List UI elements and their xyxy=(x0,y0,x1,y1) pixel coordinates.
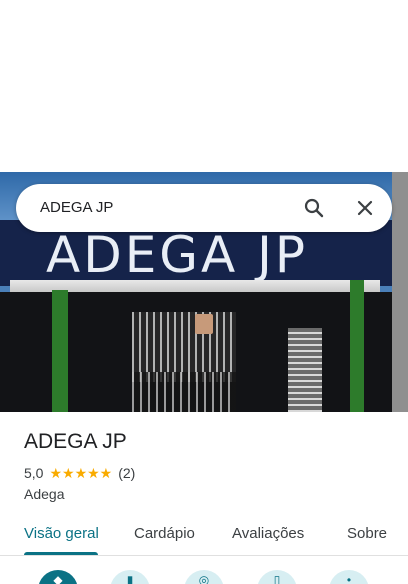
directions-button[interactable]: ◆ xyxy=(38,570,78,584)
tab-overview[interactable]: Visão geral xyxy=(24,525,99,542)
nearby-icon: ◎ xyxy=(198,573,210,584)
close-icon[interactable] xyxy=(353,196,377,220)
side-door xyxy=(288,328,322,412)
map-blank-area xyxy=(0,0,408,172)
place-title: ADEGA JP xyxy=(24,430,127,453)
search-icon[interactable] xyxy=(302,196,326,220)
tab-reviews[interactable]: Avaliações xyxy=(232,525,304,542)
place-tabs: Visão geral Cardápio Avaliações Sobre xyxy=(0,512,408,556)
wall-poster xyxy=(195,314,213,334)
send-to-phone-button[interactable]: ▯ xyxy=(257,570,297,584)
window-grille-lower xyxy=(132,372,236,412)
save-icon: ▮ xyxy=(126,573,134,584)
green-pillar-right xyxy=(350,280,364,412)
active-tab-indicator xyxy=(24,552,98,555)
star-rating-icon: ★★★★★ xyxy=(49,464,113,481)
rating-value: 5,0 xyxy=(24,465,44,481)
directions-icon: ◆ xyxy=(53,573,63,584)
send-to-phone-icon: ▯ xyxy=(273,573,281,584)
review-count[interactable]: (2) xyxy=(118,465,135,481)
green-pillar-left xyxy=(52,290,68,412)
share-icon: • xyxy=(346,573,352,584)
save-button[interactable]: ▮ xyxy=(110,570,150,584)
place-category[interactable]: Adega xyxy=(24,486,64,502)
tab-menu[interactable]: Cardápio xyxy=(134,525,195,542)
rating-row[interactable]: 5,0 ★★★★★ (2) xyxy=(24,464,135,482)
storefront-sign-text: ADEGA JP xyxy=(46,226,309,284)
share-button[interactable]: • xyxy=(329,570,369,584)
search-bar[interactable]: ADEGA JP xyxy=(16,184,392,232)
tab-about[interactable]: Sobre xyxy=(347,525,387,542)
search-query[interactable]: ADEGA JP xyxy=(40,199,113,216)
nearby-button[interactable]: ◎ xyxy=(184,570,224,584)
neighbor-wall xyxy=(392,172,408,412)
